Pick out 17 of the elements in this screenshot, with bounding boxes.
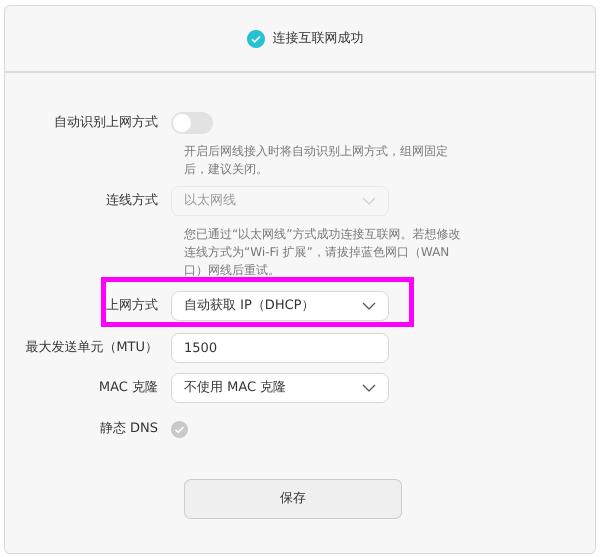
chevron-down-icon	[362, 302, 376, 310]
hint-text: 开启后网线接入时将自动识别上网方式，组网固定后，建议关闭。	[184, 143, 449, 178]
input-field[interactable]: 1500	[171, 333, 389, 363]
field-label: MAC 克隆	[98, 379, 159, 398]
chevron-down-icon	[362, 384, 376, 392]
save-button[interactable]: 保存	[184, 479, 402, 519]
chevron-down-icon	[362, 197, 376, 205]
field-label: 最大发送单元（MTU）	[24, 339, 159, 358]
field-label: 连线方式	[105, 192, 159, 210]
field-label: 自动识别上网方式	[53, 114, 159, 132]
select-field[interactable]: 不使用 MAC 克隆	[171, 373, 389, 403]
toggle-switch[interactable]	[171, 112, 213, 134]
status-text: 连接互联网成功	[272, 30, 364, 48]
field-label: 静态 DNS	[98, 420, 159, 438]
hint-text: 您已通过“以太网线”方式成功连接互联网。若想修改连线方式为“Wi-Fi 扩展”，请拔掉蓝色网口（WAN口）网线后重试。	[184, 226, 462, 279]
field-label: 上网方式	[105, 297, 159, 316]
select-field[interactable]: 自动获取 IP（DHCP）	[171, 291, 389, 321]
